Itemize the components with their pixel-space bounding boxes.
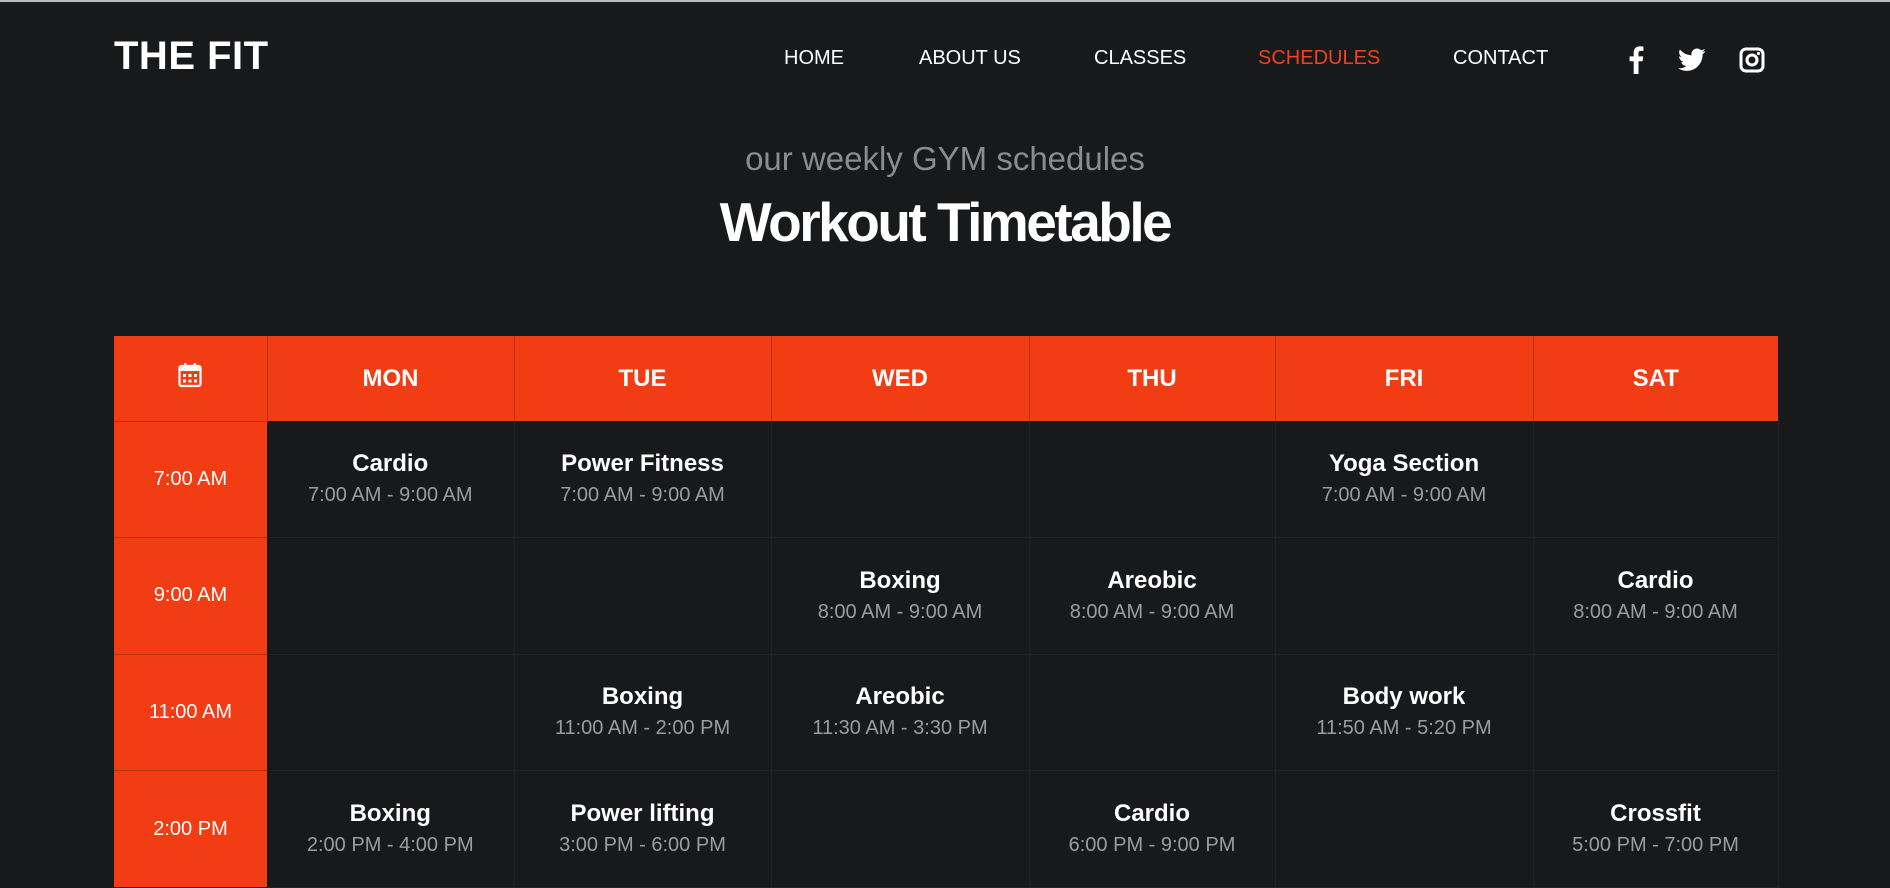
class-slot-tue[interactable]: Boxing 11:00 AM - 2:00 PM [514, 654, 772, 771]
class-slot-wed[interactable]: Areobic 11:30 AM - 3:30 PM [771, 654, 1030, 771]
class-slot-thu [1029, 654, 1276, 771]
nav-about-us[interactable]: ABOUT US [919, 47, 1021, 70]
class-time: 8:00 AM - 9:00 AM [817, 600, 983, 623]
class-slot-sat[interactable]: Crossfit 5:00 PM - 7:00 PM [1533, 770, 1779, 888]
class-slot-sat [1533, 654, 1779, 771]
class-name: Areobic [1107, 566, 1197, 594]
class-time: 7:00 AM - 9:00 AM [560, 484, 725, 506]
time-slot-label: 11:00 AM [114, 653, 267, 771]
class-time: 6:00 PM - 9:00 PM [1068, 833, 1236, 856]
table-row: 7:00 AM Cardio 7:00 AM - 9:00 AM Power Fitn… [114, 420, 1779, 538]
class-name: Power Fitness [561, 450, 724, 477]
class-slot-wed[interactable]: Boxing 8:00 AM - 9:00 AM [771, 537, 1030, 655]
class-slot-fri [1275, 770, 1534, 888]
class-slot-sat[interactable]: Cardio 8:00 AM - 9:00 AM [1533, 537, 1779, 655]
class-time: 8:00 AM - 9:00 AM [1573, 600, 1738, 623]
class-name: Crossfit [1610, 799, 1701, 827]
time-slot-label: 2:00 PM [114, 770, 267, 887]
class-slot-tue[interactable]: Power Fitness 7:00 AM - 9:00 AM [514, 421, 772, 538]
class-slot-fri [1275, 537, 1534, 655]
day-header-wed: WED [771, 336, 1030, 421]
class-name: Yoga Section [1328, 450, 1480, 477]
class-time: 7:00 AM - 9:00 AM [1321, 484, 1487, 506]
class-slot-thu [1029, 421, 1276, 538]
class-slot-mon[interactable]: Cardio 7:00 AM - 9:00 AM [267, 421, 515, 538]
nav-contact[interactable]: CONTACT [1453, 47, 1548, 70]
calendar-header-cell [114, 336, 268, 421]
class-name: Power lifting [570, 799, 715, 827]
table-row: 2:00 PM Boxing 2:00 PM - 4:00 PM Power lift… [114, 770, 1779, 888]
class-name: Boxing [601, 683, 684, 711]
class-slot-sat [1533, 421, 1779, 538]
class-slot-mon [267, 654, 515, 771]
facebook-icon[interactable] [1621, 45, 1651, 75]
class-time: 5:00 PM - 7:00 PM [1572, 833, 1739, 856]
class-slot-wed [771, 770, 1030, 888]
class-time: 7:00 AM - 9:00 AM [307, 484, 473, 506]
class-name: Cardio [1113, 799, 1190, 827]
timetable-header-row: MON TUE WED THU FRI SAT [114, 336, 1778, 421]
twitter-icon[interactable] [1677, 45, 1707, 75]
day-header-fri: FRI [1275, 336, 1534, 421]
class-name: Cardio [1617, 566, 1694, 594]
class-time: 11:50 AM - 5:20 PM [1316, 717, 1492, 740]
day-header-tue: TUE [514, 336, 772, 421]
workout-timetable: MON TUE WED THU FRI SAT 7:00 AM Cardio 7:0… [114, 336, 1779, 888]
main-nav: HOME ABOUT US CLASSES SCHEDULES CONTACT [0, 47, 1890, 77]
class-name: Cardio [352, 450, 429, 477]
class-name: Body work [1342, 683, 1466, 711]
class-name: Boxing [349, 799, 431, 827]
time-slot-label: 9:00 AM [114, 537, 267, 654]
day-header-mon: MON [267, 336, 515, 421]
section-subtitle: our weekly GYM schedules [745, 140, 1145, 177]
class-slot-fri[interactable]: Body work 11:50 AM - 5:20 PM [1275, 654, 1534, 771]
instagram-icon[interactable] [1737, 45, 1767, 75]
class-slot-thu[interactable]: Areobic 8:00 AM - 9:00 AM [1029, 537, 1276, 655]
class-slot-tue[interactable]: Power lifting 3:00 PM - 6:00 PM [514, 770, 772, 888]
class-name: Areobic [855, 683, 945, 711]
class-slot-wed [771, 421, 1030, 538]
nav-schedules[interactable]: SCHEDULES [1258, 47, 1380, 70]
class-name: Boxing [859, 566, 941, 594]
timetable-body: 7:00 AM Cardio 7:00 AM - 9:00 AM Power Fitn… [114, 420, 1779, 888]
class-time: 8:00 AM - 9:00 AM [1069, 600, 1235, 623]
class-time: 3:00 PM - 6:00 PM [559, 833, 726, 856]
time-slot-label: 7:00 AM [114, 420, 267, 538]
class-slot-mon [267, 537, 515, 655]
calendar-icon [178, 362, 202, 395]
table-row: 11:00 AM Boxing 11:00 AM - 2:00 PM Areobic 1… [114, 653, 1779, 771]
day-header-thu: THU [1029, 336, 1276, 421]
day-header-sat: SAT [1533, 336, 1778, 421]
class-time: 11:30 AM - 3:30 PM [812, 717, 988, 740]
class-time: 11:00 AM - 2:00 PM [554, 717, 731, 740]
table-row: 9:00 AM Boxing 8:00 AM - 9:00 AM Areobic 8:0… [114, 537, 1779, 655]
class-time: 2:00 PM - 4:00 PM [306, 833, 474, 856]
class-slot-fri[interactable]: Yoga Section 7:00 AM - 9:00 AM [1275, 421, 1534, 538]
nav-home[interactable]: HOME [784, 47, 844, 70]
page-title: Workout Timetable [719, 191, 1173, 253]
class-slot-mon[interactable]: Boxing 2:00 PM - 4:00 PM [267, 770, 515, 888]
class-slot-tue [514, 537, 772, 655]
class-slot-thu[interactable]: Cardio 6:00 PM - 9:00 PM [1029, 770, 1276, 888]
site-header: THE FIT HOME ABOUT US CLASSES SCHEDULES … [0, 0, 1890, 120]
nav-classes[interactable]: CLASSES [1094, 47, 1186, 70]
